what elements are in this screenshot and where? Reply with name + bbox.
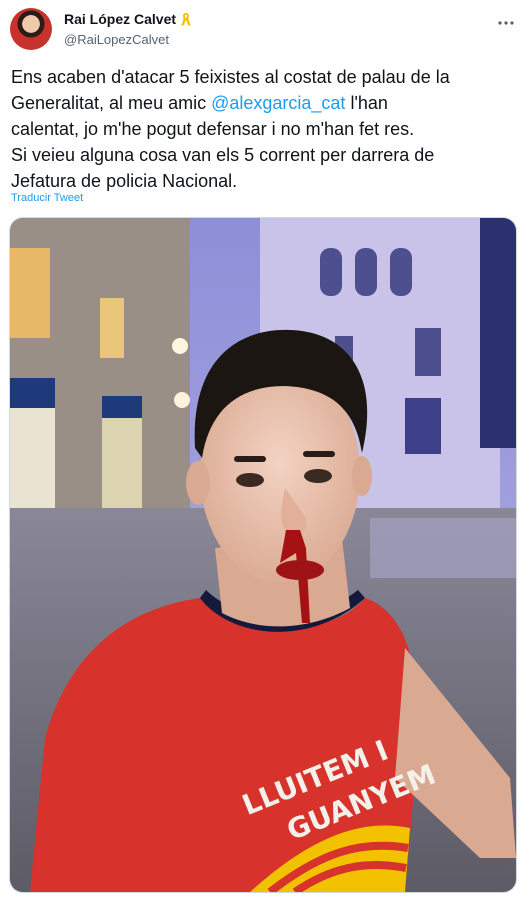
more-options-icon[interactable] [497,14,515,32]
tweet-line: Jefatura de policia Nacional. [11,171,238,191]
tweet-photo[interactable]: LLUITEM I GUANYEM [9,217,517,893]
tweet-line: Generalitat, al meu amic @alexgarcia_cat… [11,93,388,113]
author-avatar[interactable] [10,8,52,50]
author-display-name[interactable]: Rai López Calvet [64,11,176,27]
tweet-line: Si veieu alguna cosa van els 5 corrent p… [11,145,435,165]
author-name-row: Rai López Calvet [64,11,192,27]
translate-tweet-link[interactable]: Traducir Tweet [11,192,83,204]
tweet-header: Rai López Calvet @RaiLopezCalvet [8,6,519,52]
tweet-card: Rai López Calvet @RaiLopezCalvet Ens aca… [0,0,527,902]
tweet-line: Ens acaben d'atacar 5 feixistes al costa… [11,67,450,87]
author-handle[interactable]: @RaiLopezCalvet [64,32,169,47]
photo-illustration: LLUITEM I GUANYEM [10,218,516,892]
yellow-ribbon-icon [181,12,191,26]
tweet-line: calentat, jo m'he pogut defensar i no m'… [11,119,415,139]
tweet-text: Ens acaben d'atacar 5 feixistes al costa… [11,64,523,194]
mention-link[interactable]: @alexgarcia_cat [211,93,345,113]
